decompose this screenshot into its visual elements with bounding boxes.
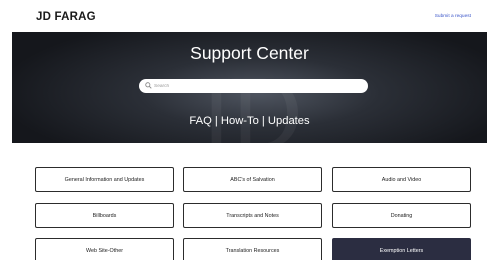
category-abcs-of-salvation-button[interactable]: ABC's of Salvation <box>183 167 322 192</box>
page-title: Support Center <box>190 43 309 63</box>
category-donating-button[interactable]: Donating <box>332 203 471 228</box>
category-web-site-other-button[interactable]: Web Site-Other <box>35 238 174 260</box>
category-audio-and-video-button[interactable]: Audio and Video <box>332 167 471 192</box>
category-billboards-button[interactable]: Billboards <box>35 203 174 228</box>
submit-request-link[interactable]: Submit a request <box>435 14 471 19</box>
search-icon <box>145 82 152 89</box>
hero-banner: JD Support Center FAQ | How-To | Updates <box>12 32 487 143</box>
hero-subtitle: FAQ | How-To | Updates <box>189 115 310 127</box>
category-transcripts-and-notes-button[interactable]: Transcripts and Notes <box>183 203 322 228</box>
search-input[interactable] <box>154 80 359 92</box>
category-general-information-button[interactable]: General Information and Updates <box>35 167 174 192</box>
brand-logo[interactable]: JD FARAG <box>36 11 96 23</box>
search-bar[interactable] <box>139 79 368 93</box>
site-header: JD FARAG Submit a request <box>0 0 487 32</box>
category-exemption-letters-button[interactable]: Exemption Letters <box>332 238 471 260</box>
category-translation-resources-button[interactable]: Translation Resources <box>183 238 322 260</box>
